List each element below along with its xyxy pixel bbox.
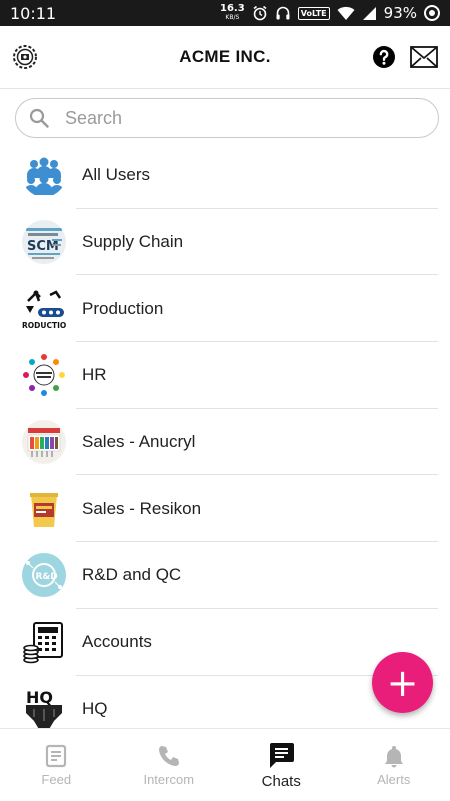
paint-swatches-icon [22, 420, 66, 464]
paint-bucket-icon [22, 487, 66, 531]
alarm-icon [252, 5, 268, 21]
group-label: Production [82, 299, 163, 319]
svg-text:RODUCTION: RODUCTION [22, 321, 66, 330]
list-item-all-users[interactable]: All Users [0, 142, 450, 209]
app-header: ACME INC. [0, 26, 450, 89]
network-speed-value: 16.3 [220, 4, 245, 13]
status-icons: 16.3 KB/S VoLTE 93% [220, 4, 440, 22]
list-item-hr[interactable]: HR [0, 342, 450, 409]
add-chat-button[interactable]: + [372, 652, 433, 713]
tab-alerts[interactable]: Alerts [338, 729, 450, 801]
plus-icon: + [387, 664, 419, 702]
group-list: All Users SCM Supply Chain [0, 142, 450, 742]
tab-label: Feed [41, 772, 71, 787]
group-label: Sales - Anucryl [82, 432, 195, 452]
tab-label: Alerts [377, 772, 410, 787]
scm-word-cloud-icon: SCM [22, 220, 66, 264]
chat-icon [267, 741, 295, 769]
feed-icon [45, 744, 67, 768]
tab-intercom[interactable]: Intercom [113, 729, 226, 801]
network-speed-unit: KB/S [225, 13, 239, 22]
svg-text:SCM: SCM [27, 239, 59, 254]
production-line-icon: RODUCTION [22, 287, 66, 331]
network-speed: 16.3 KB/S [220, 4, 245, 22]
tab-label: Intercom [143, 772, 194, 787]
search-icon [29, 108, 49, 128]
volte-badge: VoLTE [298, 7, 330, 20]
list-item-sales-anucryl[interactable]: Sales - Anucryl [0, 409, 450, 476]
tab-feed[interactable]: Feed [0, 729, 113, 801]
help-icon[interactable] [372, 45, 396, 69]
search-bar[interactable] [15, 98, 439, 138]
hq-building-icon: HQ [22, 687, 66, 731]
group-label: R&D and QC [82, 565, 181, 585]
group-label: All Users [82, 165, 150, 185]
status-bar: 10:11 16.3 KB/S VoLTE 93% [0, 0, 450, 26]
search-input[interactable] [63, 107, 387, 130]
svg-text:R&D: R&D [36, 572, 58, 582]
headphones-icon [275, 5, 291, 21]
group-label: HQ [82, 699, 108, 719]
svg-text:HQ: HQ [26, 688, 53, 707]
group-label: Accounts [82, 632, 152, 652]
group-label: HR [82, 365, 107, 385]
settings-badge-icon[interactable] [12, 44, 38, 70]
list-item-rnd-qc[interactable]: R&D R&D and QC [0, 542, 450, 609]
list-item-production[interactable]: RODUCTION Production [0, 275, 450, 342]
battery-icon [424, 5, 440, 21]
tab-label: Chats [262, 773, 301, 790]
list-item-supply-chain[interactable]: SCM Supply Chain [0, 209, 450, 276]
list-item-sales-resikon[interactable]: Sales - Resikon [0, 475, 450, 542]
calculator-coins-icon [22, 620, 66, 664]
phone-icon [157, 744, 181, 768]
users-group-icon [22, 153, 66, 197]
status-time: 10:11 [10, 4, 56, 23]
rnd-icon: R&D [22, 553, 66, 597]
bell-icon [383, 744, 405, 768]
wifi-icon [337, 6, 355, 21]
group-label: Sales - Resikon [82, 499, 201, 519]
signal-icon [362, 6, 377, 21]
human-resources-icon [22, 353, 66, 397]
group-label: Supply Chain [82, 232, 183, 252]
app-title: ACME INC. [179, 47, 270, 67]
tab-chats[interactable]: Chats [225, 729, 338, 801]
bottom-nav: Feed Intercom Chats Alerts [0, 728, 450, 801]
mail-icon[interactable] [410, 46, 438, 68]
battery-percent: 93% [384, 4, 417, 22]
